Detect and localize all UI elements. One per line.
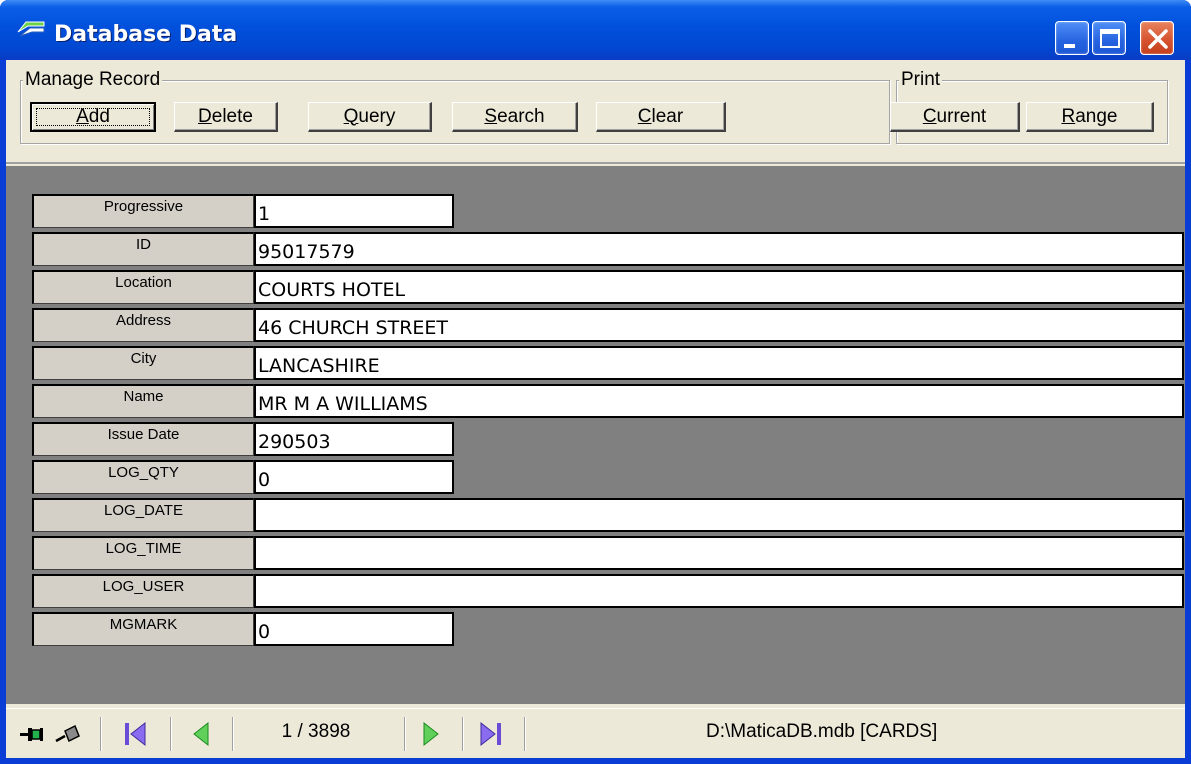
field-label: LOG_DATE <box>32 498 254 532</box>
maximize-button[interactable] <box>1092 21 1126 55</box>
pin-icon[interactable] <box>16 719 46 749</box>
record-data-area: Progressive 1 ID 95017579 Location COURT… <box>6 166 1185 704</box>
manage-record-legend: Manage Record <box>23 69 163 90</box>
print-legend: Print <box>899 69 943 90</box>
field-label: Location <box>32 270 254 304</box>
field-label: ID <box>32 232 254 266</box>
delete-button[interactable]: Delete <box>174 102 278 132</box>
field-label: City <box>32 346 254 380</box>
toolbar: Manage Record Print Add Delete Query Sea… <box>6 60 1185 164</box>
window-title: Database Data <box>54 22 238 47</box>
field-label: Progressive <box>32 194 254 228</box>
city-field[interactable]: LANCASHIRE <box>254 346 1184 380</box>
print-current-button[interactable]: Current <box>890 102 1020 132</box>
field-label: LOG_TIME <box>32 536 254 570</box>
previous-record-icon[interactable] <box>186 719 216 749</box>
log-time-field[interactable] <box>254 536 1184 570</box>
separator <box>170 717 172 751</box>
record-counter: 1 / 3898 <box>281 721 351 742</box>
add-button[interactable]: Add <box>30 102 156 132</box>
next-record-icon[interactable] <box>416 719 446 749</box>
window-client-area: Manage Record Print Add Delete Query Sea… <box>6 60 1185 758</box>
log-date-field[interactable] <box>254 498 1184 532</box>
log-qty-field[interactable]: 0 <box>254 460 454 494</box>
field-label: LOG_QTY <box>32 460 254 494</box>
field-label: Name <box>32 384 254 418</box>
unpin-icon[interactable] <box>52 719 82 749</box>
minimize-icon <box>1064 44 1075 48</box>
log-user-field[interactable] <box>254 574 1184 608</box>
clear-button-label: Clear <box>637 105 684 127</box>
separator <box>404 717 406 751</box>
separator <box>232 717 234 751</box>
print-range-button[interactable]: Range <box>1026 102 1154 132</box>
first-record-icon[interactable] <box>120 719 150 749</box>
field-label: LOG_USER <box>32 574 254 608</box>
query-button[interactable]: Query <box>308 102 432 132</box>
close-icon <box>1148 29 1168 49</box>
progressive-field[interactable]: 1 <box>254 194 454 228</box>
field-label: Address <box>32 308 254 342</box>
query-button-label: Query <box>343 105 396 127</box>
field-label: Issue Date <box>32 422 254 456</box>
separator <box>462 717 464 751</box>
mgmark-field[interactable]: 0 <box>254 612 454 646</box>
maximize-icon <box>1100 29 1120 48</box>
print-current-label: Current <box>922 105 987 127</box>
field-label: MGMARK <box>32 612 254 646</box>
status-bar: 1 / 3898 D:\MaticaDB.mdb [CARDS] <box>6 708 1185 758</box>
delete-button-label: Delete <box>198 105 253 127</box>
last-record-icon[interactable] <box>476 719 506 749</box>
print-range-label: Range <box>1061 105 1118 127</box>
search-button[interactable]: Search <box>452 102 578 132</box>
issue-date-field[interactable]: 290503 <box>254 422 454 456</box>
address-field[interactable]: 46 CHURCH STREET <box>254 308 1184 342</box>
database-app-icon <box>17 21 45 37</box>
close-button[interactable] <box>1140 21 1174 55</box>
clear-button[interactable]: Clear <box>596 102 726 132</box>
app-window: Database Data Manage Record Print Add De… <box>0 0 1191 764</box>
focus-ring <box>36 108 150 126</box>
separator <box>100 717 102 751</box>
title-bar[interactable]: Database Data <box>0 0 1191 60</box>
separator <box>524 717 526 751</box>
minimize-button[interactable] <box>1055 21 1089 55</box>
name-field[interactable]: MR M A WILLIAMS <box>254 384 1184 418</box>
search-button-label: Search <box>484 105 545 127</box>
database-path: D:\MaticaDB.mdb [CARDS] <box>706 721 938 742</box>
id-field[interactable]: 95017579 <box>254 232 1184 266</box>
location-field[interactable]: COURTS HOTEL <box>254 270 1184 304</box>
